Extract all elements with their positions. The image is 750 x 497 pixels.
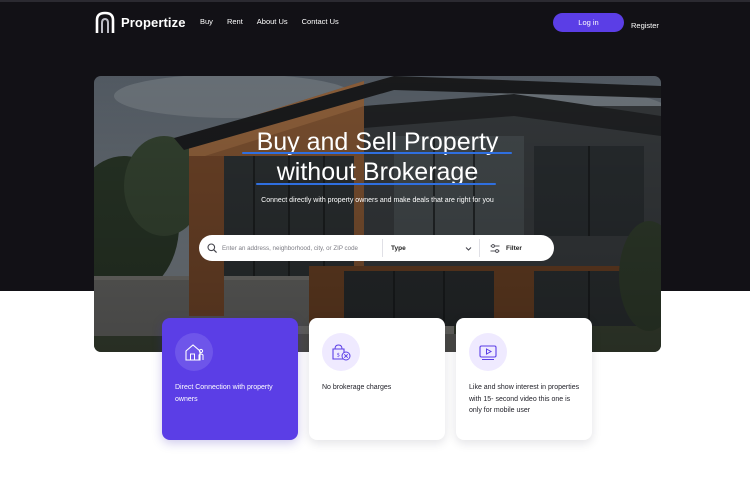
search-bar: Type Filter — [199, 235, 554, 261]
feature-text: No brokerage charges — [322, 384, 392, 391]
headline-underline-1 — [242, 152, 512, 154]
sliders-icon — [490, 243, 500, 253]
feature-card-no-brokerage[interactable]: $ No brokerage charges — [309, 318, 445, 440]
brand-logo[interactable]: Propertize — [95, 11, 186, 34]
browser-edge — [0, 0, 750, 2]
feature-text: Direct Connection with property owners — [175, 384, 273, 403]
feature-icon-circle — [469, 333, 507, 371]
feature-card-video-interest[interactable]: Like and show interest in properties wit… — [456, 318, 592, 440]
nav-rent[interactable]: Rent — [227, 17, 243, 26]
search-icon — [207, 243, 217, 253]
nav-contact-us[interactable]: Contact Us — [302, 17, 339, 26]
filter-button[interactable]: Filter — [480, 243, 522, 253]
nav-about-us[interactable]: About Us — [257, 17, 288, 26]
house-arch-icon — [95, 11, 115, 33]
svg-text:$: $ — [337, 353, 341, 359]
type-label: Type — [391, 244, 406, 252]
feature-text: Like and show interest in properties wit… — [469, 384, 580, 414]
hero-house-image — [94, 76, 661, 352]
video-icon — [479, 345, 497, 360]
hero-subtitle: Connect directly with property owners an… — [261, 197, 494, 204]
chevron-down-icon — [465, 246, 472, 251]
hero-banner: Buy and Sell Property without Brokerage … — [94, 76, 661, 352]
search-input[interactable] — [222, 244, 382, 252]
home-person-icon — [185, 344, 204, 361]
filter-label: Filter — [506, 244, 522, 252]
main-nav: Buy Rent About Us Contact Us — [200, 17, 339, 26]
feature-icon-circle: $ — [322, 333, 360, 371]
login-button[interactable]: Log in — [553, 13, 624, 32]
feature-icon-circle — [175, 333, 213, 371]
type-dropdown[interactable]: Type — [383, 245, 479, 252]
register-link[interactable]: Register — [631, 21, 659, 30]
no-charge-icon: $ — [332, 344, 351, 361]
brand-name: Propertize — [121, 15, 186, 30]
hero-headline: Buy and Sell Property without Brokerage — [94, 127, 661, 187]
headline-underline-2 — [256, 183, 496, 185]
feature-card-direct-connection[interactable]: Direct Connection with property owners — [162, 318, 298, 440]
nav-buy[interactable]: Buy — [200, 17, 213, 26]
